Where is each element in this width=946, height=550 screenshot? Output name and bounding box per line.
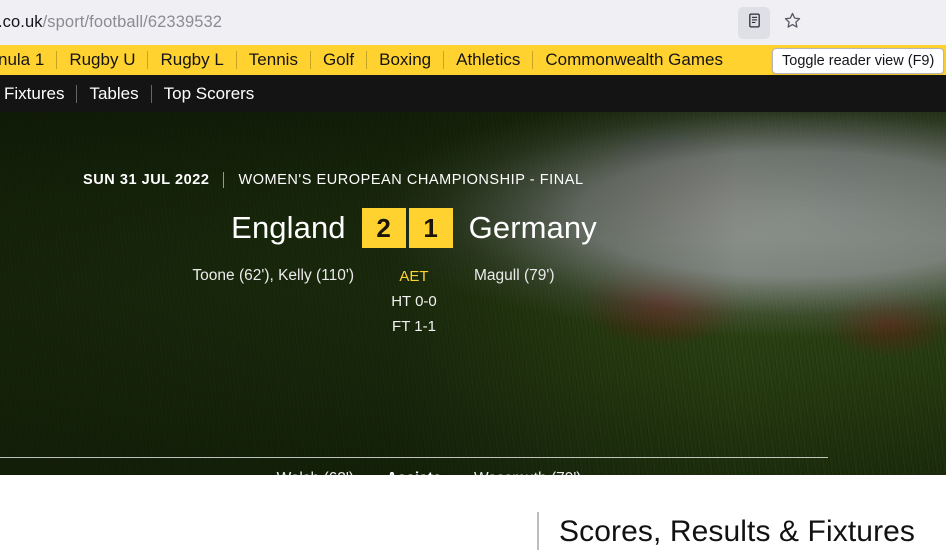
status-full-time: FT 1-1 [392,318,436,336]
page-body: Scores, Results & Fixtures [0,475,946,550]
sport-nav-item-commonwealth-games[interactable]: Commonwealth Games [533,45,735,75]
sub-nav-items: Fixtures Tables Top Scorers [0,75,266,112]
sport-nav-item-golf[interactable]: Golf [311,45,366,75]
page-root: .co.uk/sport/football/62339532 nula 1 Ru… [0,0,946,550]
url-text: .co.uk/sport/football/62339532 [0,13,222,32]
url-path: /sport/football/62339532 [42,13,223,31]
scoreline: England 2 1 Germany [0,208,828,248]
sport-nav-item-tennis[interactable]: Tennis [237,45,310,75]
match-date: SUN 31 JUL 2022 [83,172,210,188]
match-summary: SUN 31 JUL 2022 WOMEN'S EUROPEAN CHAMPIO… [0,112,946,475]
home-scorers: Toone (62'), Kelly (110') [192,267,354,284]
reader-view-button[interactable] [738,6,770,39]
match-status: AET HT 0-0 FT 1-1 [368,264,460,339]
status-aet: AET [399,268,429,285]
section-title: Scores, Results & Fixtures [559,515,916,548]
sport-nav-item-athletics[interactable]: Athletics [444,45,532,75]
home-team-name: England [231,210,346,245]
home-score: 2 [361,208,406,248]
meta-divider [223,172,225,188]
sport-nav-item-formula-1[interactable]: nula 1 [0,45,56,75]
status-half-time: HT 0-0 [391,293,437,311]
match-meta: SUN 31 JUL 2022 WOMEN'S EUROPEAN CHAMPIO… [83,172,584,188]
away-score: 1 [408,208,453,248]
away-scorers: Magull (79') [474,267,555,284]
url-domain: .co.uk [0,13,43,31]
match-hero: SUN 31 JUL 2022 WOMEN'S EUROPEAN CHAMPIO… [0,112,946,475]
section-accent-bar [537,512,539,550]
sport-nav-item-rugby-l[interactable]: Rugby L [148,45,235,75]
browser-toolbar: .co.uk/sport/football/62339532 [0,0,946,45]
reader-view-icon [746,12,763,34]
sub-nav-item-fixtures[interactable]: Fixtures [0,75,76,112]
sport-nav-items: nula 1 Rugby U Rugby L Tennis Golf Boxin… [0,45,735,75]
goal-scorers-row: Toone (62'), Kelly (110') AET HT 0-0 FT … [0,264,828,339]
reader-view-tooltip: Toggle reader view (F9) [772,48,945,74]
sport-nav-item-rugby-u[interactable]: Rugby U [57,45,147,75]
sport-nav-item-boxing[interactable]: Boxing [367,45,443,75]
sub-nav-item-tables[interactable]: Tables [77,75,150,112]
bookmark-button[interactable] [776,7,808,39]
address-bar[interactable]: .co.uk/sport/football/62339532 [0,0,738,45]
section-header: Scores, Results & Fixtures [537,512,915,550]
sub-nav: Fixtures Tables Top Scorers [0,75,946,112]
sub-nav-item-top-scorers[interactable]: Top Scorers [152,75,267,112]
match-competition: WOMEN'S EUROPEAN CHAMPIONSHIP - FINAL [238,172,584,188]
browser-action-buttons [738,6,946,39]
away-team-name: Germany [468,210,597,245]
assists-divider [0,457,828,458]
bookmark-star-icon [783,11,802,35]
